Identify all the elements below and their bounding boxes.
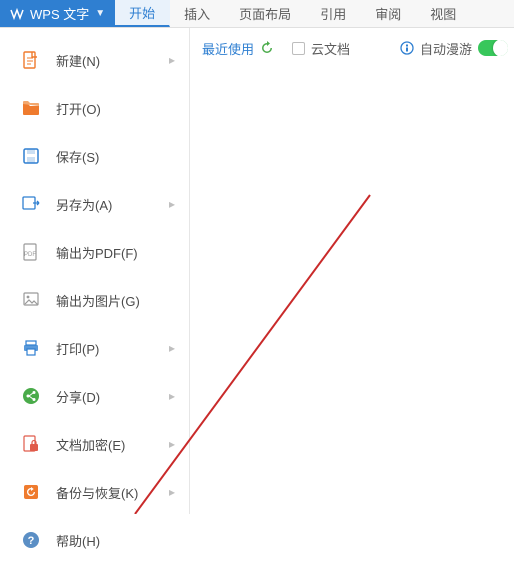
chevron-right-icon: ▸ [169, 197, 175, 211]
save-icon [20, 145, 42, 167]
tab-insert[interactable]: 插入 [170, 0, 225, 27]
tab-label: 插入 [184, 4, 210, 23]
chevron-right-icon: ▸ [169, 389, 175, 403]
menu-save-as[interactable]: 另存为(A) ▸ [0, 180, 189, 228]
menu-export-image[interactable]: 输出为图片(G) [0, 276, 189, 324]
file-menu-sidebar: 新建(N) ▸ 打开(O) 保存(S) 另存为(A) ▸ PDF 输出为PDF(… [0, 28, 190, 514]
app-label-text: WPS 文字 [30, 4, 89, 23]
menu-save[interactable]: 保存(S) [0, 132, 189, 180]
menu-label: 新建(N) [56, 51, 169, 70]
tab-page-layout[interactable]: 页面布局 [225, 0, 306, 27]
tab-reference[interactable]: 引用 [306, 0, 361, 27]
menu-label: 输出为图片(G) [56, 291, 175, 310]
tab-label: 页面布局 [239, 4, 291, 23]
menu-label: 分享(D) [56, 387, 169, 406]
tab-label: 视图 [430, 4, 456, 23]
menu-print[interactable]: 打印(P) ▸ [0, 324, 189, 372]
refresh-icon[interactable] [260, 41, 274, 55]
lock-file-icon [20, 433, 42, 455]
info-icon[interactable] [400, 41, 414, 55]
help-icon: ? [20, 529, 42, 551]
menu-share[interactable]: 分享(D) ▸ [0, 372, 189, 420]
caret-down-icon: ▼ [95, 8, 105, 19]
tab-view[interactable]: 视图 [416, 0, 471, 27]
menu-new[interactable]: 新建(N) ▸ [0, 36, 189, 84]
menu-label: 保存(S) [56, 147, 175, 166]
menu-backup-restore[interactable]: 备份与恢复(K) ▸ [0, 468, 189, 516]
chevron-right-icon: ▸ [169, 53, 175, 67]
checkbox-icon [292, 42, 305, 55]
print-icon [20, 337, 42, 359]
auto-roam-toggle[interactable] [478, 40, 508, 56]
auto-roam-label: 自动漫游 [420, 39, 472, 58]
cloud-doc-checkbox[interactable]: 云文档 [292, 39, 350, 58]
chevron-right-icon: ▸ [169, 437, 175, 451]
menu-open[interactable]: 打开(O) [0, 84, 189, 132]
save-as-icon [20, 193, 42, 215]
image-file-icon [20, 289, 42, 311]
menu-label: 备份与恢复(K) [56, 483, 169, 502]
chevron-right-icon: ▸ [169, 341, 175, 355]
folder-open-icon [20, 97, 42, 119]
menu-export-pdf[interactable]: PDF 输出为PDF(F) [0, 228, 189, 276]
chevron-right-icon: ▸ [169, 485, 175, 499]
app-logo-icon [10, 7, 24, 21]
tab-label: 开始 [129, 3, 155, 22]
tab-review[interactable]: 审阅 [361, 0, 416, 27]
pdf-file-icon: PDF [20, 241, 42, 263]
menu-label: 打开(O) [56, 99, 175, 118]
app-menu-button[interactable]: WPS 文字 ▼ [0, 0, 115, 27]
menu-help[interactable]: ? 帮助(H) [0, 516, 189, 564]
share-icon [20, 385, 42, 407]
tab-label: 引用 [320, 4, 346, 23]
menu-label: 另存为(A) [56, 195, 169, 214]
recent-used-link[interactable]: 最近使用 [202, 39, 274, 58]
menu-label: 帮助(H) [56, 531, 175, 550]
recent-used-label: 最近使用 [202, 39, 254, 58]
tab-truncated [471, 0, 479, 27]
titlebar: WPS 文字 ▼ 开始 插入 页面布局 引用 审阅 视图 [0, 0, 514, 28]
cloud-doc-label: 云文档 [311, 39, 350, 58]
menu-label: 打印(P) [56, 339, 169, 358]
content-header: 最近使用 云文档 自动漫游 [196, 28, 514, 68]
svg-text:?: ? [28, 535, 35, 547]
tab-label: 审阅 [375, 4, 401, 23]
new-file-icon [20, 49, 42, 71]
backup-icon [20, 481, 42, 503]
menu-label: 文档加密(E) [56, 435, 169, 454]
tab-start[interactable]: 开始 [115, 0, 170, 27]
menu-label: 输出为PDF(F) [56, 243, 175, 262]
menu-encrypt[interactable]: 文档加密(E) ▸ [0, 420, 189, 468]
auto-roam-section: 自动漫游 [400, 39, 514, 58]
svg-text:PDF: PDF [24, 252, 36, 258]
